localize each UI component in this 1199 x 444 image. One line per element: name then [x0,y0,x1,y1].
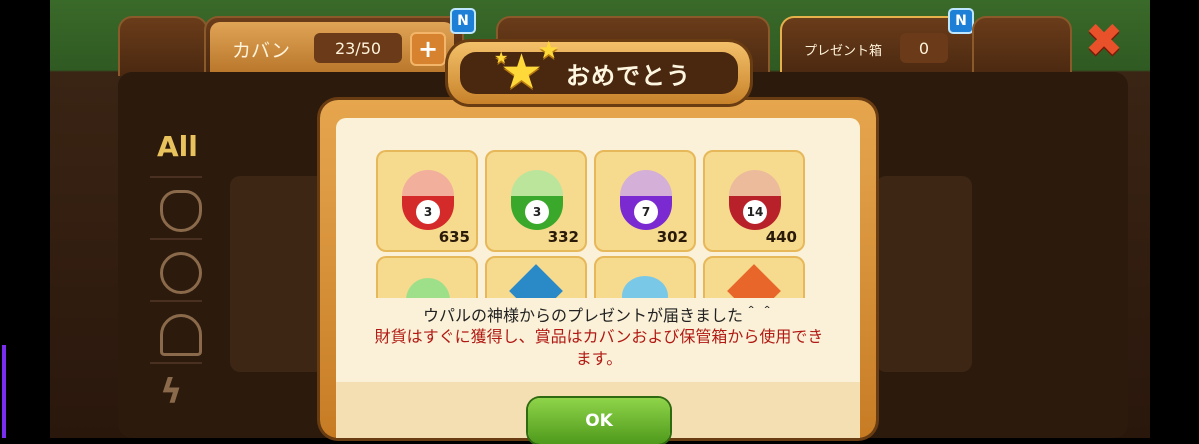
ball-number: 3 [525,200,549,224]
left-letterbox [0,0,50,438]
sidebar-divider [150,362,202,364]
orb-icon[interactable] [160,252,202,294]
item-card-right[interactable] [876,176,972,372]
small-star-icon: ★ [538,36,560,64]
ball-number: 7 [634,200,658,224]
usage-note-line2: ます。 [575,349,623,368]
present-new-badge: N [948,8,974,34]
tree-icon[interactable] [160,314,202,356]
item-count: 635 [438,228,470,246]
sidebar-divider [150,238,202,240]
ball-number: 14 [743,200,767,224]
tab-right-edge [972,16,1072,76]
item-count: 332 [547,228,579,246]
reward-slot[interactable]: 7 302 [594,150,696,252]
reward-slot[interactable]: 3 635 [376,150,478,252]
bag-label: カバン [232,40,290,62]
close-button[interactable]: ✖ [1080,13,1128,67]
bolt-icon[interactable]: ϟ [160,372,196,412]
add-bag-button[interactable]: + [410,32,446,66]
present-label: プレゼント箱 [804,44,883,59]
reward-slot[interactable]: 14 440 [703,150,805,252]
purple-capsule-icon: 7 [620,170,672,232]
bag-new-badge: N [450,8,476,34]
item-card-left[interactable] [230,176,326,372]
green-capsule-icon: 3 [511,170,563,232]
sidebar-divider [150,176,202,178]
red-capsule-icon: 3 [402,170,454,232]
filter-all[interactable]: All [157,130,198,163]
bag-count: 23/50 [314,33,402,63]
edge-indicator [2,345,6,438]
tab-left-edge [118,16,208,76]
usage-note: 財貨はすぐに獲得し、賞品はカバンおよび保管箱から使用でき ます。 [346,326,852,370]
red-capsule-icon: 14 [729,170,781,232]
tiny-star-icon: ★ [494,48,509,67]
gift-message: ウパルの神様からのプレゼントが届きました＾＾ [422,306,775,325]
reward-slot[interactable]: 3 332 [485,150,587,252]
ball-number: 3 [416,200,440,224]
item-count: 440 [765,228,797,246]
present-count: 0 [900,33,948,63]
ok-button[interactable]: OK [528,398,670,444]
egg-icon[interactable] [160,190,202,232]
right-letterbox [1150,0,1199,438]
sidebar-divider [150,300,202,302]
item-count: 302 [656,228,688,246]
dialog-title: おめでとう [566,62,691,90]
usage-note-line1: 財貨はすぐに獲得し、賞品はカバンおよび保管箱から使用でき [374,327,824,346]
